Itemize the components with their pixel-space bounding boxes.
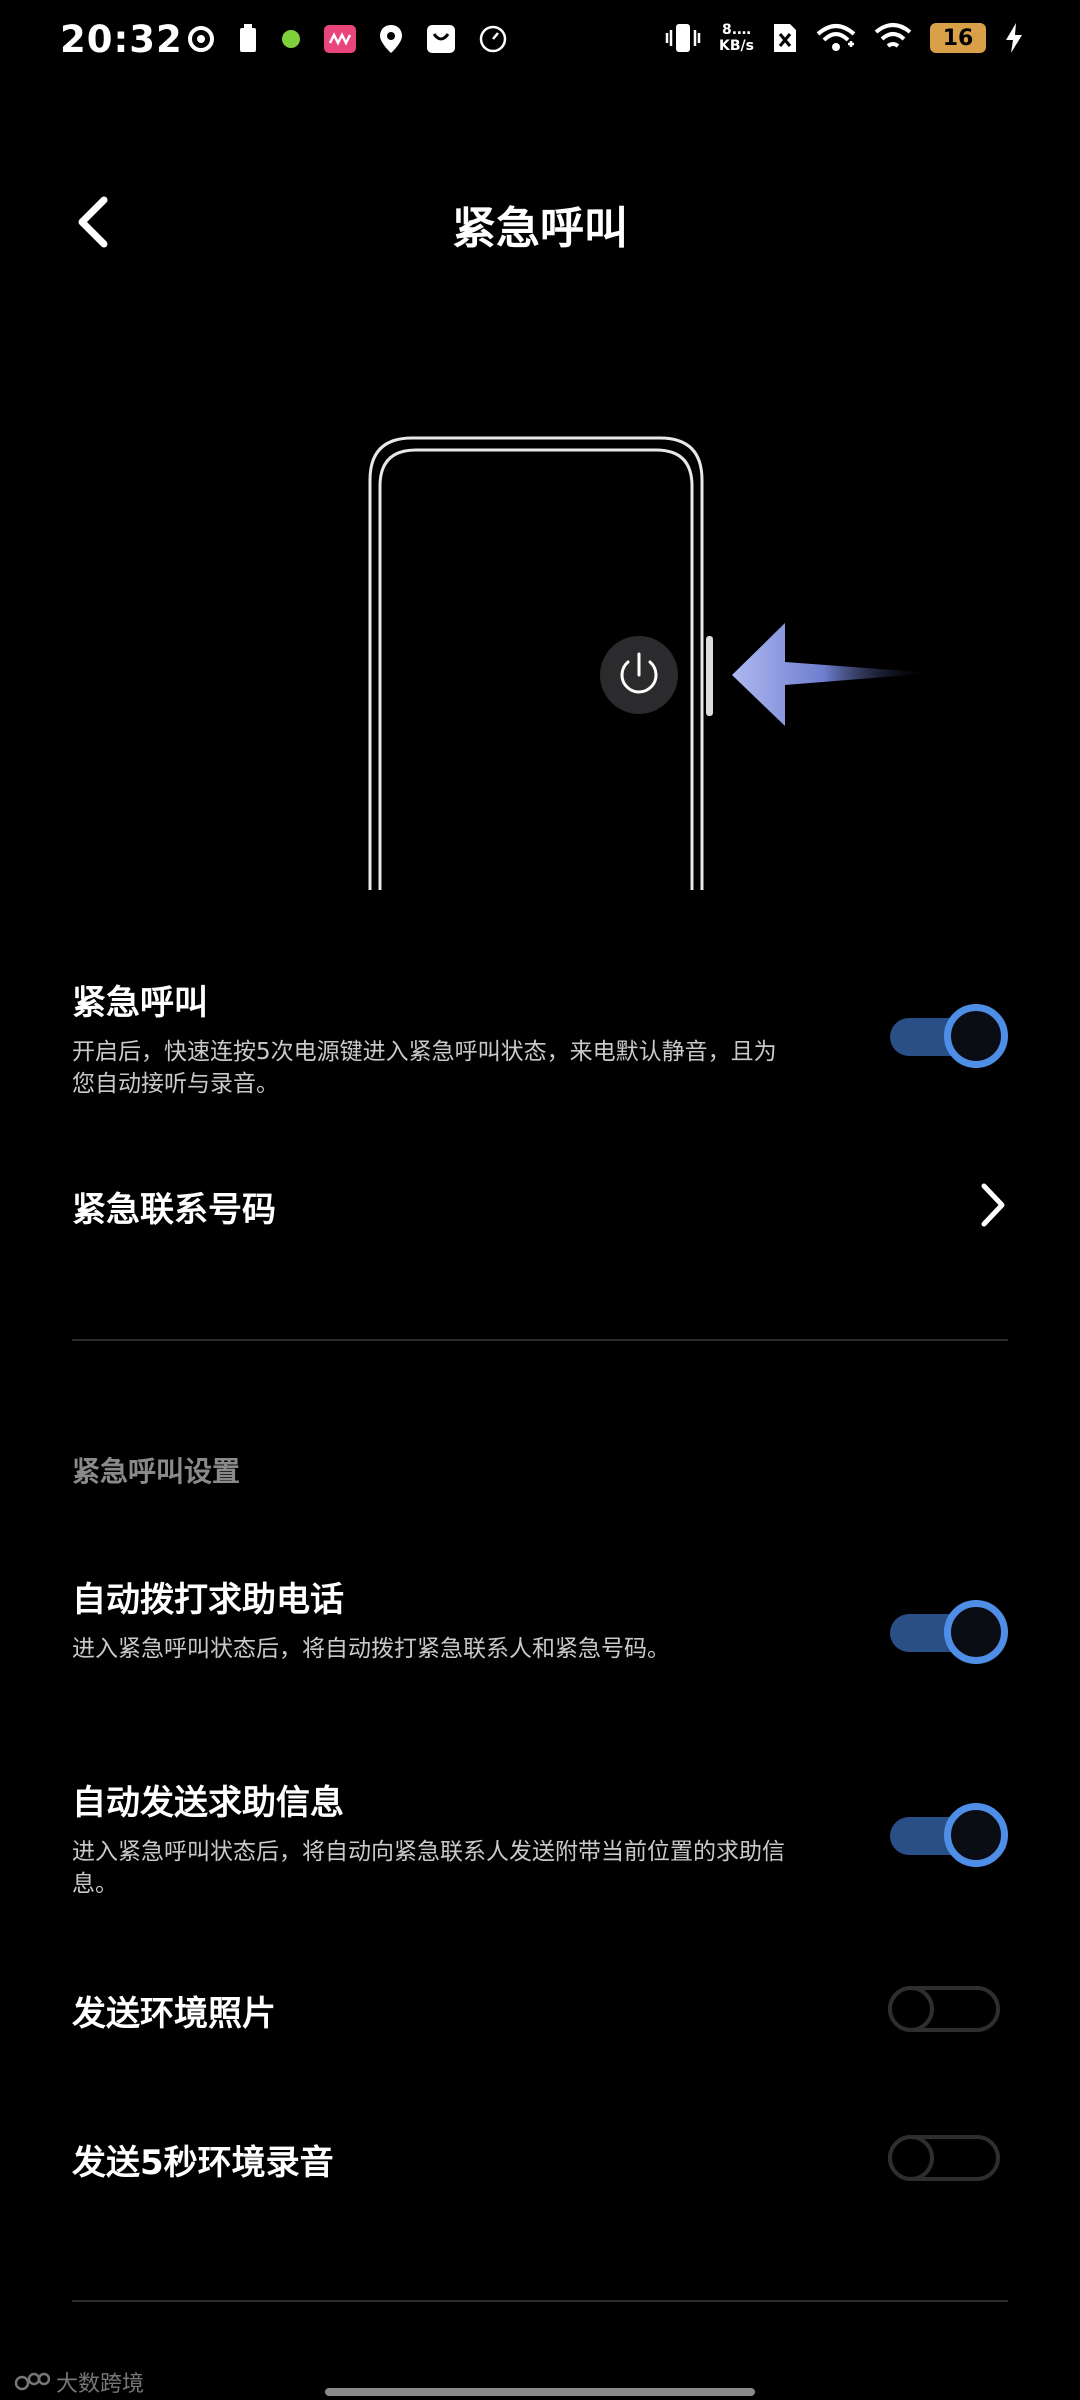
send-audio-toggle[interactable] — [884, 2127, 1008, 2191]
battery-level: 16 — [942, 26, 974, 51]
status-icons-left — [186, 24, 508, 54]
toggle-knob — [888, 2135, 934, 2181]
send-photo-toggle[interactable] — [884, 1978, 1008, 2042]
status-time: 20:32 — [60, 18, 183, 61]
auto-dial-description: 进入紧急呼叫状态后，将自动拨打紧急联系人和紧急号码。 — [72, 1636, 670, 1662]
vibrate-icon — [665, 24, 701, 52]
watermark-logo-icon — [14, 2372, 50, 2391]
emergency-contacts-row[interactable]: 紧急联系号码 — [72, 1182, 1008, 1232]
settings-section-label: 紧急呼叫设置 — [72, 1455, 241, 1488]
shopping-bag-icon — [427, 25, 455, 53]
home-indicator[interactable] — [325, 2388, 755, 2396]
battery-saver-icon — [240, 24, 256, 52]
auto-message-row: 自动发送求助信息 进入紧急呼叫状态后，将自动向紧急联系人发送附带当前位置的求助信… — [72, 1775, 1008, 1900]
watermark: 大数跨境 — [14, 2366, 144, 2398]
emergency-call-toggle[interactable] — [884, 1004, 1008, 1068]
section-divider — [72, 1339, 1008, 1341]
auto-message-title: 自动发送求助信息 — [72, 1783, 344, 1823]
send-photo-row: 发送环境照片 — [72, 1986, 1008, 2035]
sim-x-icon — [774, 24, 796, 52]
app-notification-icon — [324, 25, 356, 53]
emergency-call-description: 开启后，快速连按5次电源键进入紧急呼叫状态，来电默认静音，且为您自动接听与录音。 — [72, 1039, 777, 1097]
auto-dial-row: 自动拨打求助电话 进入紧急呼叫状态后，将自动拨打紧急联系人和紧急号码。 — [72, 1572, 1008, 1665]
page-title: 紧急呼叫 — [452, 203, 628, 254]
auto-dial-toggle[interactable] — [884, 1600, 1008, 1664]
auto-dial-title: 自动拨打求助电话 — [72, 1580, 344, 1620]
toggle-knob — [944, 1600, 1008, 1664]
side-power-key — [706, 636, 713, 716]
timer-icon — [479, 25, 507, 53]
status-bar: 20:32 8.… KB/s 16 — [0, 0, 1080, 90]
green-dot-icon — [282, 30, 300, 48]
auto-message-description: 进入紧急呼叫状态后，将自动向紧急联系人发送附带当前位置的求助信息。 — [72, 1839, 785, 1897]
status-icons-right: 8.… KB/s 16 — [665, 22, 1024, 54]
battery-icon: 16 — [930, 23, 986, 53]
mobile-signal-icon — [816, 24, 856, 51]
bottom-divider — [72, 2300, 1008, 2302]
wifi-icon — [874, 23, 912, 48]
emergency-call-screen: 20:32 8.… KB/s 16 紧急呼叫 紧急呼叫 开启后，快速连按5次电源… — [0, 0, 1080, 2400]
send-audio-title: 发送5秒环境录音 — [72, 2143, 334, 2183]
toggle-knob — [888, 1986, 934, 2032]
power-button-illustration — [368, 436, 935, 890]
press-arrow-icon — [732, 623, 935, 726]
charging-icon — [1006, 23, 1022, 53]
auto-message-toggle[interactable] — [884, 1803, 1008, 1867]
net-speed-unit: KB/s — [719, 38, 754, 54]
chevron-right-icon[interactable] — [974, 1180, 1014, 1230]
net-speed: 8.… KB/s — [719, 22, 754, 54]
power-icon — [600, 636, 678, 714]
net-speed-value: 8.… — [721, 22, 752, 38]
sync-icon — [188, 26, 214, 52]
emergency-call-row: 紧急呼叫 开启后，快速连按5次电源键进入紧急呼叫状态，来电默认静音，且为您自动接… — [72, 975, 1008, 1100]
send-photo-title: 发送环境照片 — [72, 1994, 276, 2034]
emergency-call-title: 紧急呼叫 — [72, 983, 208, 1023]
toggle-knob — [944, 1004, 1008, 1068]
location-icon — [380, 25, 402, 53]
toggle-knob — [944, 1803, 1008, 1867]
send-audio-row: 发送5秒环境录音 — [72, 2135, 1008, 2184]
watermark-text: 大数跨境 — [56, 2372, 145, 2397]
emergency-contacts-title: 紧急联系号码 — [72, 1190, 276, 1230]
